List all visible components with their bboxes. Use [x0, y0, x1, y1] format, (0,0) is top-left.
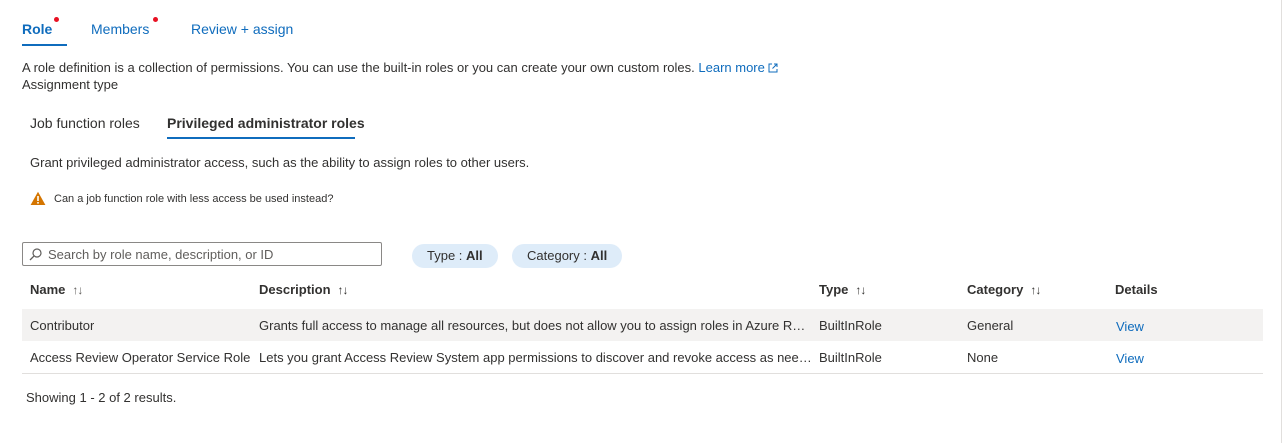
column-header-description-label: Description [259, 282, 331, 297]
tab-members[interactable]: Members [91, 21, 149, 37]
search-icon [29, 247, 42, 260]
warning-message: Can a job function role with less access… [30, 191, 333, 206]
column-header-name[interactable]: Name ↑↓ [30, 282, 83, 297]
role-type: BuiltInRole [819, 350, 882, 365]
warning-icon [30, 191, 46, 205]
search-input[interactable] [48, 246, 368, 262]
role-category: None [967, 350, 999, 365]
learn-more-label: Learn more [698, 60, 765, 75]
category-filter-value: All [590, 248, 608, 263]
required-indicator-role [54, 17, 59, 22]
role-search-box[interactable] [22, 242, 382, 266]
role-category: General [967, 318, 1014, 333]
role-description: Lets you grant Access Review System app … [259, 350, 813, 365]
sort-icon: ↑↓ [1030, 282, 1041, 297]
sort-icon: ↑↓ [72, 282, 83, 297]
tab-role-underline [22, 44, 67, 46]
tab-role[interactable]: Role [22, 21, 52, 37]
warning-text: Can a job function role with less access… [54, 192, 334, 205]
column-header-description[interactable]: Description ↑↓ [259, 282, 349, 297]
tab-role-label: Role [22, 21, 53, 37]
type-filter-value: All [466, 248, 483, 263]
view-details-link[interactable]: View [1116, 319, 1144, 334]
column-header-name-label: Name [30, 282, 66, 297]
sort-icon: ↑↓ [337, 282, 349, 297]
tab-job-function-roles-label: Job function roles [30, 115, 140, 131]
role-description: Grants full access to manage all resourc… [259, 318, 813, 333]
results-count: Showing 1 - 2 of 2 results. [26, 390, 177, 405]
role-definition-description: A role definition is a collection of per… [22, 60, 778, 75]
panel-edge-divider [1281, 0, 1282, 443]
role-name: Access Review Operator Service Role [30, 350, 251, 365]
assignment-type-label: Assignment type [22, 77, 119, 92]
type-filter-label: Type : [427, 248, 467, 263]
role-type: BuiltInRole [819, 318, 882, 333]
category-filter-label: Category : [527, 248, 591, 263]
tab-review-assign[interactable]: Review + assign [191, 21, 293, 37]
tab-review-assign-label: Review + assign [191, 21, 294, 37]
column-header-details: Details [1115, 282, 1158, 297]
tab-job-function-roles[interactable]: Job function roles [30, 115, 140, 131]
table-row[interactable]: Access Review Operator Service Role Lets… [22, 341, 1263, 373]
column-header-category-label: Category [967, 282, 1024, 297]
sort-icon: ↑↓ [855, 282, 866, 297]
description-text: A role definition is a collection of per… [22, 60, 695, 75]
table-row[interactable]: Contributor Grants full access to manage… [22, 309, 1263, 341]
grant-description: Grant privileged administrator access, s… [30, 155, 530, 170]
sub-tab-underline [167, 137, 355, 139]
type-filter-pill[interactable]: Type : All [412, 244, 498, 268]
column-header-type[interactable]: Type ↑↓ [819, 282, 866, 297]
tab-privileged-administrator-roles[interactable]: Privileged administrator roles [167, 115, 365, 131]
view-details-link[interactable]: View [1116, 351, 1144, 366]
role-name: Contributor [30, 318, 95, 333]
category-filter-pill[interactable]: Category : All [512, 244, 623, 268]
tab-members-label: Members [91, 21, 150, 37]
column-header-details-label: Details [1115, 282, 1158, 297]
table-bottom-divider [22, 373, 1263, 374]
external-link-icon [768, 63, 778, 73]
column-header-type-label: Type [819, 282, 849, 297]
learn-more-link[interactable]: Learn more [698, 60, 778, 75]
column-header-category[interactable]: Category ↑↓ [967, 282, 1041, 297]
tab-privileged-administrator-roles-label: Privileged administrator roles [167, 115, 365, 131]
required-indicator-members [153, 17, 158, 22]
